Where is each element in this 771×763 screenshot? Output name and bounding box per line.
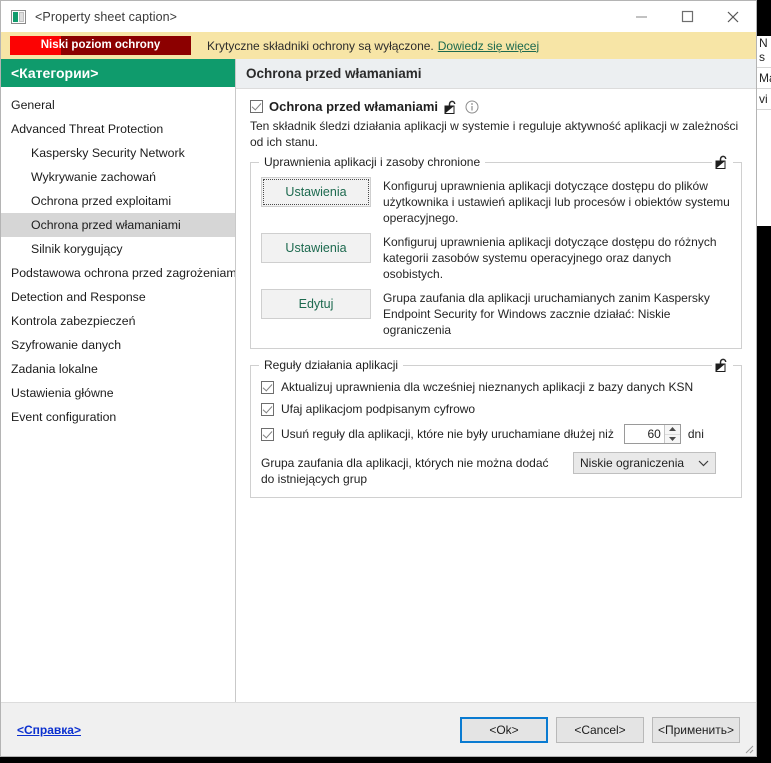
group-application-rules: Reguły działania aplikacji Aktualizuj up… [250, 358, 742, 498]
background-fragment: vi [759, 92, 768, 106]
checkbox-row-update-permissions: Aktualizuj uprawnienia dla wcześniej nie… [261, 380, 731, 394]
component-enable-row: Ochrona przed włamaniami [250, 99, 742, 114]
pane-body: Ochrona przed włamaniami Ten składnik śl… [236, 89, 756, 702]
sidebar-item-essential-threat-protection[interactable]: Podstawowa ochrona przed zagrożeniami [1, 261, 235, 285]
protection-status-banner: Niski poziom ochrony Krytyczne składniki… [1, 32, 756, 59]
sidebar-item-remediation-engine[interactable]: Silnik korygujący [1, 237, 235, 261]
banner-message: Krytyczne składniki ochrony są wyłączone… [207, 39, 539, 53]
trust-group-edit-button[interactable]: Edytuj [261, 289, 371, 319]
component-enable-checkbox[interactable] [250, 100, 263, 113]
chevron-down-icon [698, 460, 709, 467]
help-link[interactable]: <Справка> [17, 723, 81, 737]
trust-group-combo-label: Grupa zaufania dla aplikacji, których ni… [261, 456, 549, 486]
sidebar-item-host-intrusion-prevention[interactable]: Ochrona przed włamaniami [1, 213, 235, 237]
checkbox-row-delete-rules: Usuń reguły dla aplikacji, które nie był… [261, 424, 731, 444]
update-permissions-label: Aktualizuj uprawnienia dla wcześniej nie… [281, 380, 694, 394]
group-permissions-legend: Uprawnienia aplikacji i zasoby chronione [259, 155, 486, 169]
trust-group-combo-row: Grupa zaufania dla aplikacji, których ni… [261, 452, 731, 487]
protected-resources-settings-button[interactable]: Ustawienia [261, 233, 371, 263]
sidebar-item-security-controls[interactable]: Kontrola zabezpieczeń [1, 309, 235, 333]
component-description: Ten składnik śledzi działania aplikacji … [250, 119, 739, 149]
spinner-buttons [663, 425, 680, 444]
trust-signed-apps-checkbox[interactable] [261, 402, 274, 416]
trust-group-dropdown[interactable]: Niskie ograniczenia [573, 452, 716, 474]
group-application-permissions: Uprawnienia aplikacji i zasoby chronione… [250, 155, 742, 349]
window-title: <Property sheet caption> [35, 9, 178, 24]
sidebar-item-event-configuration[interactable]: Event configuration [1, 405, 235, 429]
screen: N s Ma vi <Property sheet caption> [0, 0, 771, 763]
app-icon [11, 9, 27, 25]
trust-group-dropdown-value: Niskie ograniczenia [580, 456, 685, 470]
settings-pane: Ochrona przed włamaniami Ochrona przed w… [236, 59, 756, 702]
title-bar: <Property sheet caption> [1, 1, 756, 32]
ok-button[interactable]: <Ok> [460, 716, 548, 743]
delete-rules-label: Usuń reguły dla aplikacji, które nie był… [281, 427, 614, 441]
background-window-strip: N s Ma vi [756, 36, 771, 226]
sidebar-item-exploit-prevention[interactable]: Ochrona przed exploitami [1, 189, 235, 213]
days-spinner[interactable] [623, 424, 681, 444]
update-permissions-checkbox[interactable] [261, 380, 274, 394]
learn-more-link[interactable]: Dowiedz się więcej [438, 39, 539, 53]
background-fragment: s [759, 50, 765, 64]
group-rules-legend: Reguły działania aplikacji [259, 358, 404, 372]
background-fragment: Ma [759, 71, 771, 85]
setting-description: Grupa zaufania dla aplikacji uruchamiany… [383, 291, 710, 337]
background-fragment: N [759, 36, 768, 50]
days-input[interactable] [624, 425, 664, 443]
background-divider [757, 109, 771, 110]
setting-description: Konfiguruj uprawnienia aplikacji dotyczą… [383, 235, 717, 281]
spinner-up-icon[interactable] [664, 425, 680, 435]
dialog-footer: <Справка> <Ok> <Cancel> <Применить> [1, 702, 756, 756]
unlocked-padlock-icon[interactable] [444, 100, 459, 114]
unlocked-padlock-icon[interactable] [712, 155, 733, 169]
setting-description: Konfiguruj uprawnienia aplikacji dotyczą… [383, 179, 730, 225]
apply-button[interactable]: <Применить> [652, 716, 740, 743]
trust-signed-apps-label: Ufaj aplikacjom podpisanym cyfrowo [281, 402, 476, 416]
window-controls [618, 1, 756, 32]
sidebar-item-general[interactable]: General [1, 93, 235, 117]
sidebar-item-behavior-detection[interactable]: Wykrywanie zachowań [1, 165, 235, 189]
background-divider [757, 67, 771, 68]
sidebar-header: <Категории> [1, 59, 235, 87]
spinner-down-icon[interactable] [665, 435, 680, 444]
setting-row: Ustawienia Konfiguruj uprawnienia aplika… [261, 177, 731, 226]
checkbox-row-trust-signed: Ufaj aplikacjom podpisanym cyfrowo [261, 402, 731, 416]
resize-grip[interactable] [742, 742, 754, 754]
minimize-icon[interactable] [618, 1, 664, 32]
info-icon[interactable] [465, 100, 479, 114]
sidebar-item-general-settings[interactable]: Ustawienia główne [1, 381, 235, 405]
window-body: <Категории> General Advanced Threat Prot… [1, 59, 756, 702]
unlocked-padlock-icon[interactable] [712, 358, 733, 372]
sidebar-item-data-encryption[interactable]: Szyfrowanie danych [1, 333, 235, 357]
status-badge-label: Niski poziom ochrony [40, 39, 161, 51]
application-permissions-settings-button[interactable]: Ustawienia [261, 177, 371, 207]
banner-message-text: Krytyczne składniki ochrony są wyłączone… [207, 38, 434, 53]
delete-rules-checkbox[interactable] [261, 427, 274, 441]
sidebar-list: General Advanced Threat Protection Kaspe… [1, 87, 235, 702]
categories-sidebar: <Категории> General Advanced Threat Prot… [1, 59, 236, 702]
sidebar-item-detection-and-response[interactable]: Detection and Response [1, 285, 235, 309]
close-icon[interactable] [710, 1, 756, 32]
cancel-button[interactable]: <Cancel> [556, 716, 644, 743]
property-sheet-window: <Property sheet caption> Niski poziom oc… [0, 0, 757, 757]
component-title: Ochrona przed włamaniami [269, 99, 439, 114]
setting-row: Ustawienia Konfiguruj uprawnienia aplika… [261, 233, 731, 282]
sidebar-item-kaspersky-security-network[interactable]: Kaspersky Security Network [1, 141, 235, 165]
days-unit-label: dni [687, 427, 704, 441]
sidebar-item-advanced-threat-protection[interactable]: Advanced Threat Protection [1, 117, 235, 141]
sidebar-item-local-tasks[interactable]: Zadania lokalne [1, 357, 235, 381]
status-badge: Niski poziom ochrony [10, 36, 191, 55]
maximize-icon[interactable] [664, 1, 710, 32]
pane-title: Ochrona przed włamaniami [236, 59, 756, 89]
setting-row: Edytuj Grupa zaufania dla aplikacji uruc… [261, 289, 731, 338]
background-divider [757, 88, 771, 89]
